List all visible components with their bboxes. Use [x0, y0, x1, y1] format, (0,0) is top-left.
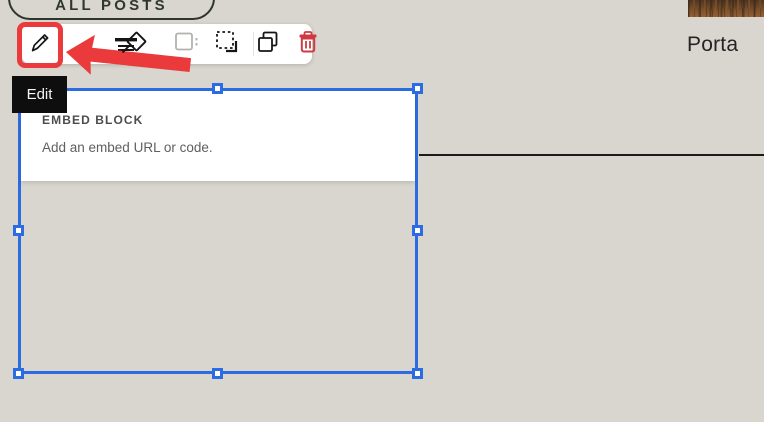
- delete-button[interactable]: [295, 30, 321, 59]
- edit-tooltip-label: Edit: [26, 86, 53, 103]
- banner-photo-fragment: [688, 0, 764, 17]
- embed-block-description: Add an embed URL or code.: [42, 140, 213, 155]
- resize-handle-bottom-middle[interactable]: [212, 368, 223, 379]
- duplicate-icon: [256, 30, 280, 59]
- resize-handle-top-middle[interactable]: [212, 83, 223, 94]
- resize-handle-bottom-right[interactable]: [412, 368, 423, 379]
- selected-embed-block[interactable]: EMBED BLOCK Add an embed URL or code.: [18, 88, 418, 374]
- duplicate-button[interactable]: [255, 31, 281, 57]
- site-title-partial: Porta: [687, 33, 739, 56]
- editor-canvas: ALL POSTS Porta EMBED BLOCK Add an embed…: [0, 0, 764, 422]
- header-divider-line: [419, 154, 764, 156]
- dashed-square-icon: [214, 29, 240, 60]
- resize-handle-middle-right[interactable]: [412, 225, 423, 236]
- select-area-button[interactable]: [214, 29, 240, 60]
- embed-block-panel[interactable]: EMBED BLOCK Add an embed URL or code.: [21, 91, 415, 181]
- all-posts-label: ALL POSTS: [55, 0, 168, 14]
- diamond-eraser-icon[interactable]: [120, 29, 150, 59]
- resize-handle-top-right[interactable]: [412, 83, 423, 94]
- toolbar-divider: [253, 32, 254, 56]
- edit-tooltip: Edit: [12, 76, 67, 113]
- resize-handle-middle-left[interactable]: [13, 225, 24, 236]
- resize-handle-bottom-left[interactable]: [13, 368, 24, 379]
- trash-icon: [297, 30, 319, 59]
- embed-block-title: EMBED BLOCK: [42, 113, 144, 127]
- all-posts-button[interactable]: ALL POSTS: [8, 0, 215, 20]
- annotation-highlight-box: [17, 22, 63, 68]
